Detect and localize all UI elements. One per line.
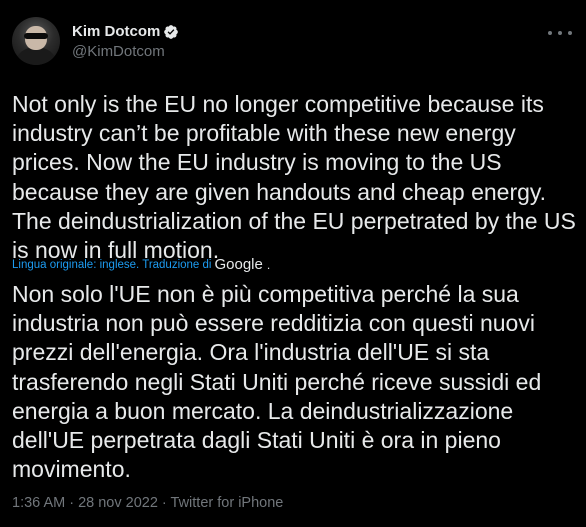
tweet-meta[interactable]: 1:36 AM · 28 nov 2022 · Twitter for iPho… bbox=[12, 494, 283, 512]
more-options-icon[interactable] bbox=[548, 25, 572, 41]
tweet-header: Kim Dotcom @KimDotcom bbox=[12, 17, 574, 67]
translation-provider-logo: Google bbox=[214, 256, 263, 273]
author-names: Kim Dotcom @KimDotcom bbox=[72, 23, 179, 61]
verified-badge-icon bbox=[164, 25, 179, 39]
translation-label[interactable]: Lingua originale: inglese. Traduzione di bbox=[12, 258, 211, 272]
translated-text: Non solo l'UE non è più competitiva perc… bbox=[12, 281, 542, 483]
more-dot bbox=[548, 31, 552, 35]
translation-suffix: . bbox=[266, 258, 271, 272]
author-display-name[interactable]: Kim Dotcom bbox=[72, 23, 160, 41]
translation-attribution[interactable]: Lingua originale: inglese. Traduzione di… bbox=[12, 256, 271, 273]
more-dot bbox=[568, 31, 572, 35]
author-handle[interactable]: @KimDotcom bbox=[72, 43, 179, 61]
tweet-text: Not only is the EU no longer competitive… bbox=[12, 91, 576, 264]
avatar[interactable] bbox=[12, 17, 60, 65]
more-dot bbox=[558, 31, 562, 35]
avatar-glasses bbox=[24, 33, 48, 39]
author-display-name-row[interactable]: Kim Dotcom bbox=[72, 23, 179, 41]
